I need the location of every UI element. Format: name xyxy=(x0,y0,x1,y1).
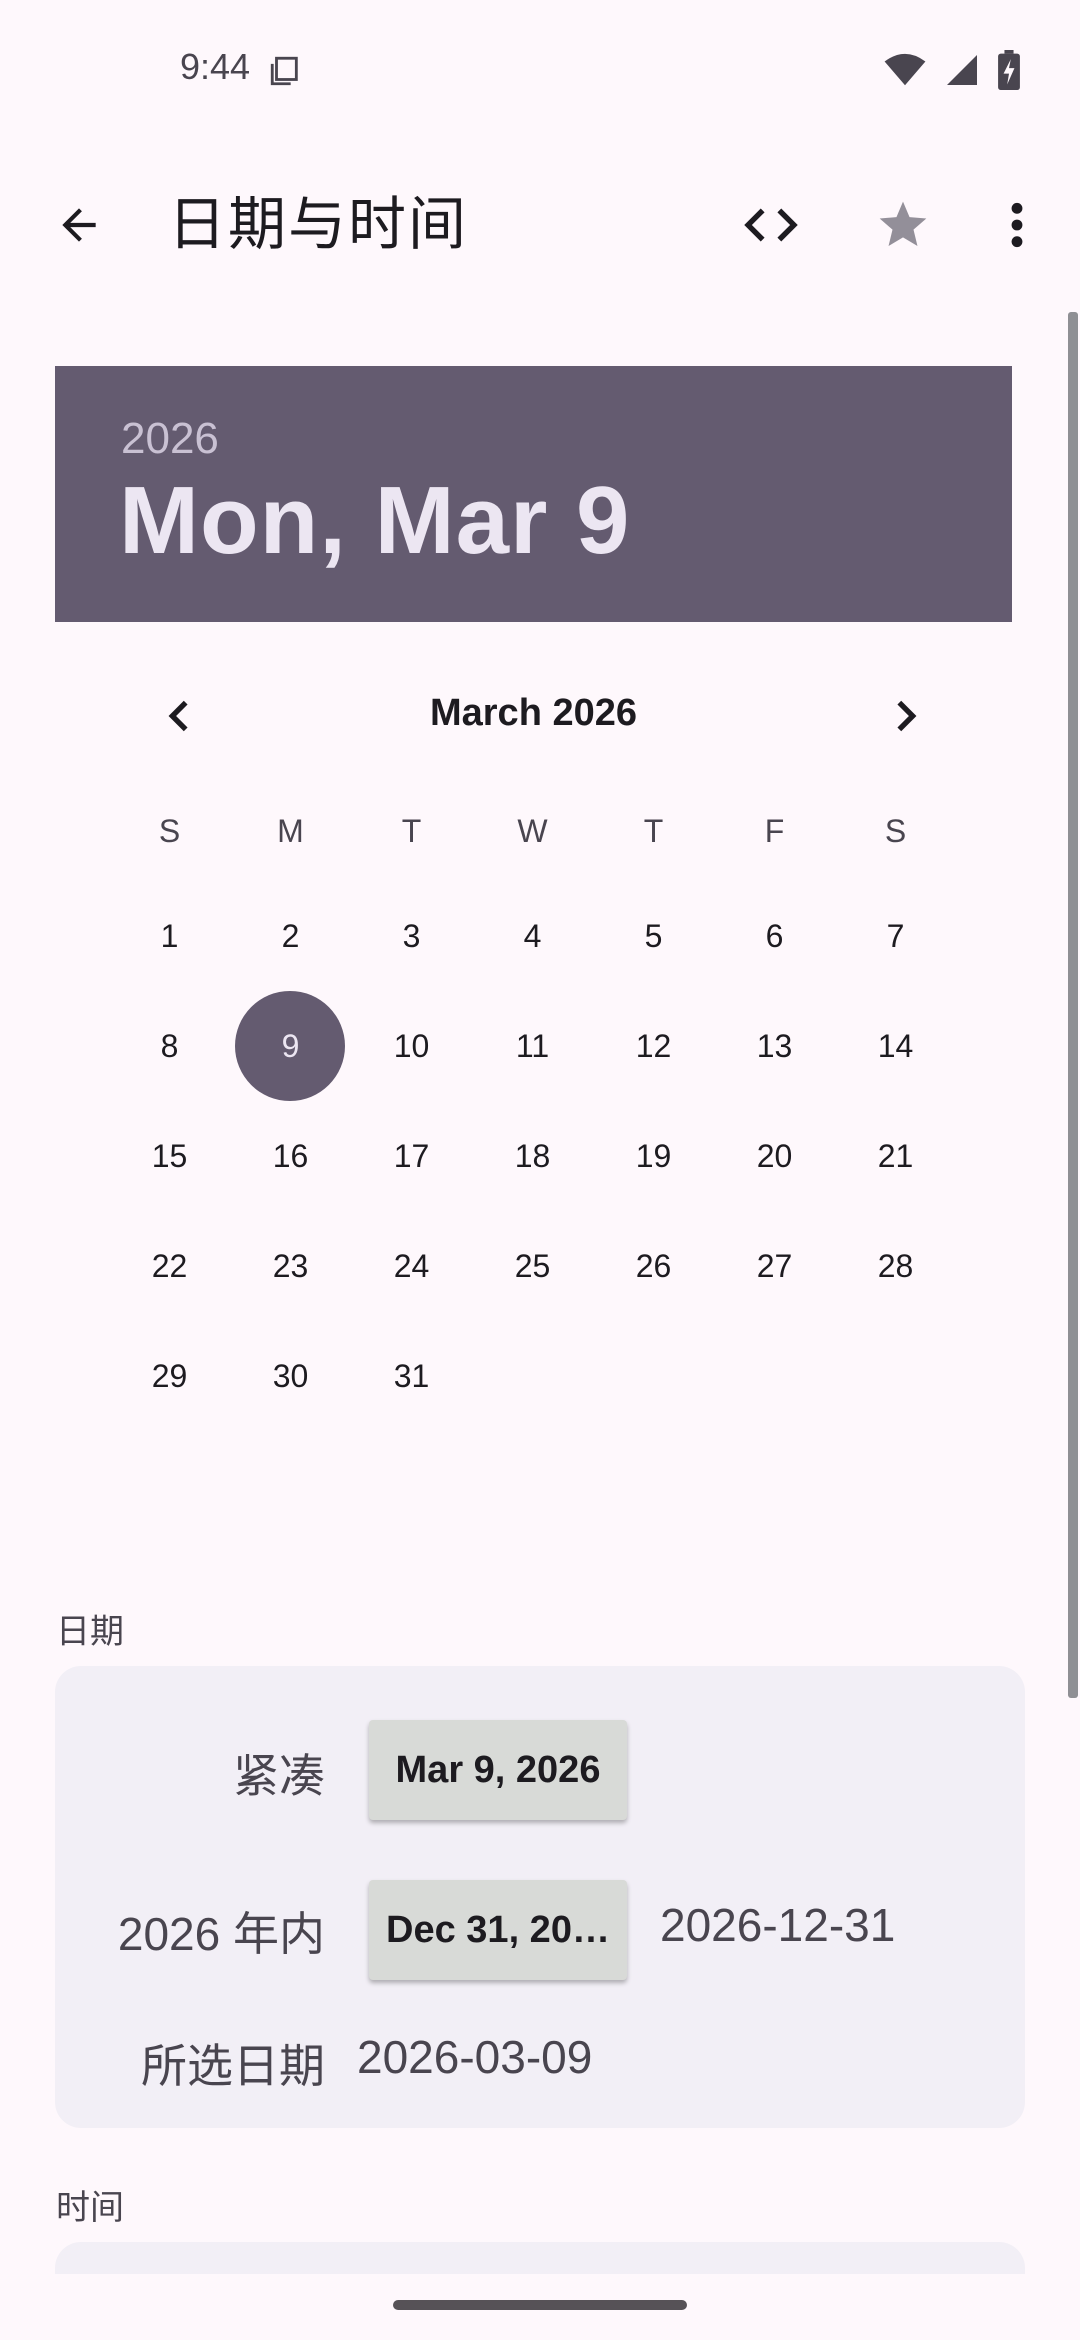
calendar-day[interactable]: 21 xyxy=(835,1101,956,1211)
calendar-day[interactable]: 24 xyxy=(351,1211,472,1321)
within-year-value: 2026-12-31 xyxy=(660,1899,896,1951)
calendar-day[interactable]: 5 xyxy=(593,881,714,991)
calendar-day[interactable]: 29 xyxy=(109,1321,230,1431)
calendar-day[interactable]: 15 xyxy=(109,1101,230,1211)
calendar-day[interactable]: 23 xyxy=(230,1211,351,1321)
scrollbar[interactable] xyxy=(1068,312,1078,1698)
calendar-week-row: 1 2 3 4 5 6 7 xyxy=(109,881,956,991)
status-bar: 9:44 xyxy=(0,0,1080,140)
calendar-day[interactable]: 18 xyxy=(472,1101,593,1211)
calendar-day[interactable]: 26 xyxy=(593,1211,714,1321)
calendar-day-selected[interactable]: 9 xyxy=(230,991,351,1101)
home-indicator[interactable] xyxy=(393,2300,687,2310)
selected-day-label: 9 xyxy=(281,1027,300,1064)
favorite-button[interactable] xyxy=(866,188,940,262)
compact-label: 紧凑 xyxy=(233,1750,325,1802)
date-picker-header: 2026 Mon, Mar 9 xyxy=(55,366,1012,622)
weekday-label: M xyxy=(277,812,304,849)
calendar-day[interactable]: 14 xyxy=(835,991,956,1101)
calendar-day[interactable]: 17 xyxy=(351,1101,472,1211)
next-month-button[interactable] xyxy=(860,680,950,752)
calendar-week-row: 15 16 17 18 19 20 21 xyxy=(109,1101,956,1211)
calendar-week-row: 22 23 24 25 26 27 28 xyxy=(109,1211,956,1321)
calendar-day[interactable]: 6 xyxy=(714,881,835,991)
calendar-day[interactable]: 10 xyxy=(351,991,472,1101)
more-vert-icon xyxy=(1011,202,1023,248)
calendar-day[interactable]: 27 xyxy=(714,1211,835,1321)
header-selected-date[interactable]: Mon, Mar 9 xyxy=(119,466,630,576)
weekday-header-row: S M T W T F S xyxy=(109,776,956,886)
calendar-week-row: 8 9 10 11 12 13 14 xyxy=(109,991,956,1101)
time-section-label: 时间 xyxy=(56,2189,124,2227)
calendar-day[interactable]: 22 xyxy=(109,1211,230,1321)
calendar-day[interactable]: 4 xyxy=(472,881,593,991)
calendar-day[interactable]: 12 xyxy=(593,991,714,1101)
weekday-label: W xyxy=(517,812,548,849)
compact-date-button[interactable]: Mar 9, 2026 xyxy=(369,1720,627,1820)
weekday-label: S xyxy=(158,812,181,849)
back-button[interactable] xyxy=(42,188,116,262)
status-time: 9:44 xyxy=(180,46,251,87)
screen: 9:44 日期与时间 2026 Mon, Mar 9 March 2026 S … xyxy=(0,0,1080,2340)
weekday-label: T xyxy=(643,812,664,849)
calendar-day[interactable]: 13 xyxy=(714,991,835,1101)
chevron-right-icon xyxy=(897,700,917,732)
view-source-button[interactable] xyxy=(734,188,808,262)
selected-date-value: 2026-03-09 xyxy=(357,2031,593,2083)
calendar-day[interactable]: 25 xyxy=(472,1211,593,1321)
calendar-day[interactable]: 3 xyxy=(351,881,472,991)
time-card xyxy=(55,2242,1025,2274)
label-column: 紧凑 2026 年内 所选日期 xyxy=(55,1666,325,2128)
more-options-button[interactable] xyxy=(980,188,1054,262)
calendar-day[interactable]: 28 xyxy=(835,1211,956,1321)
calendar-day[interactable]: 19 xyxy=(593,1101,714,1211)
date-card: 紧凑 2026 年内 所选日期 Mar 9, 2026 Dec 31, 20… … xyxy=(55,1666,1025,2128)
weekday-label: F xyxy=(764,812,785,849)
calendar-week-row: 29 30 31 xyxy=(109,1321,472,1431)
arrow-back-icon xyxy=(62,208,96,242)
signal-icon xyxy=(947,55,977,85)
within-year-label: 2026 年内 xyxy=(117,1908,325,1960)
calendar-day[interactable]: 1 xyxy=(109,881,230,991)
within-year-date-button[interactable]: Dec 31, 20… xyxy=(369,1880,627,1980)
calendar-day[interactable]: 2 xyxy=(230,881,351,991)
wifi-icon xyxy=(884,53,926,86)
calendar-day[interactable]: 20 xyxy=(714,1101,835,1211)
calendar-day[interactable]: 16 xyxy=(230,1101,351,1211)
weekday-label: S xyxy=(884,812,907,849)
calendar-day[interactable]: 7 xyxy=(835,881,956,991)
weekday-label: T xyxy=(401,812,422,849)
calendar-day[interactable]: 30 xyxy=(230,1321,351,1431)
calendar-day[interactable]: 11 xyxy=(472,991,593,1101)
star-icon xyxy=(879,201,927,246)
selected-date-label: 所选日期 xyxy=(141,2040,325,2092)
calendar-day[interactable]: 31 xyxy=(351,1321,472,1431)
page-title: 日期与时间 xyxy=(168,192,469,257)
screenshot-icon xyxy=(270,56,298,86)
calendar-day[interactable]: 8 xyxy=(109,991,230,1101)
top-app-bar: 日期与时间 xyxy=(0,170,1080,280)
header-year[interactable]: 2026 xyxy=(121,414,219,464)
code-icon xyxy=(744,208,798,242)
calendar-navigation: March 2026 xyxy=(55,680,1012,752)
status-icons xyxy=(884,50,1020,90)
date-section-label: 日期 xyxy=(56,1613,124,1651)
battery-icon xyxy=(998,50,1020,90)
